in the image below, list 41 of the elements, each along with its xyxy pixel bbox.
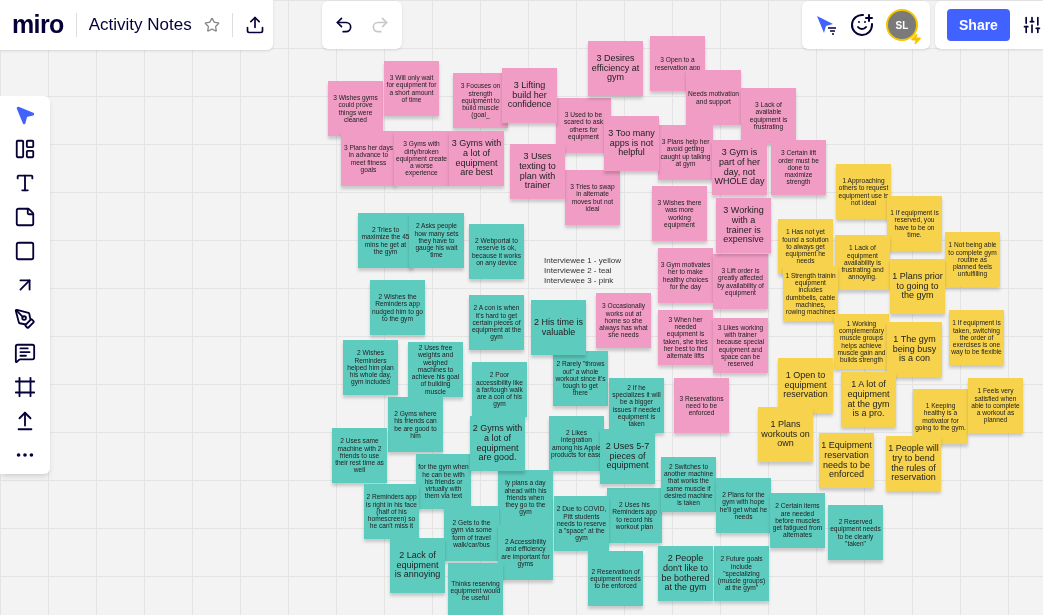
user-avatar[interactable]: SL [886,9,918,41]
legend-text: Interviewee 3 - pink [544,276,615,286]
sticky-note: 2 Gyms with a lot of equipment are good. [470,416,525,471]
templates-tool-icon[interactable] [14,138,36,160]
sticky-note: 3 Uses texting to plan with trainer [510,144,565,199]
pen-tool-icon[interactable] [14,308,36,330]
settings-icon[interactable] [1021,15,1042,35]
sticky-note: 3 Lifting build her confidence [502,68,557,123]
sticky-note: 3 Gyms with a lot of equipment are best [449,131,504,186]
sticky-note: 2 Uses 5-7 pieces of equipment [600,429,655,484]
text-tool-icon[interactable] [14,172,36,194]
sticky-note: 3 Gym is part of her day, not WHOLE day [712,140,767,195]
star-icon[interactable] [203,17,220,33]
select-tool-icon[interactable] [14,104,36,126]
sticky-tool-icon[interactable] [14,206,36,228]
sticky-note: 3 Too many apps is not helpful [604,116,659,171]
comment-tool-icon[interactable] [14,342,36,364]
legend-text: Interviewee 2 - teal [544,266,613,276]
sticky-note: 1 Plans prior to going to the gym [890,259,945,314]
logo[interactable]: miro [12,6,64,44]
sticky-note: 1 Plans workouts on own [758,407,813,462]
share-button[interactable]: Share [947,9,1010,41]
lightning-icon [910,33,922,45]
sticky-note: 3 Working with a trainer is expensive [716,198,771,253]
sticky-note: 1 Equipment reservation needs to be enforced [819,433,874,488]
sticky-note: 3 Desires efficiency at gym [588,41,643,96]
upload-icon[interactable] [244,15,265,35]
frame-tool-icon[interactable] [14,376,36,398]
reaction-icon[interactable] [850,13,874,37]
sticky-note: 1 The gym being busy is a con [887,322,942,377]
cursor-filter-icon[interactable] [814,13,838,37]
sticky-note: 2 People don't like to be bothered at the gym [658,546,713,601]
sticky-note: 2 Lack of equipment is annoying [390,538,445,593]
legend-text: Interviewee 1 - yellow [544,256,621,266]
sticky-note: 1 Open to equipment reservation [778,358,833,413]
shape-tool-icon[interactable] [14,240,36,262]
sticky-note: 2 His time is valuable [531,300,586,355]
undo-icon[interactable] [334,15,354,35]
sticky-note: 1 People will try to bend the rules of reservation [886,436,941,491]
board-title[interactable]: Activity Notes [88,12,192,38]
sticky-note: 1 A lot of equipment at the gym is a pro. [841,372,896,427]
